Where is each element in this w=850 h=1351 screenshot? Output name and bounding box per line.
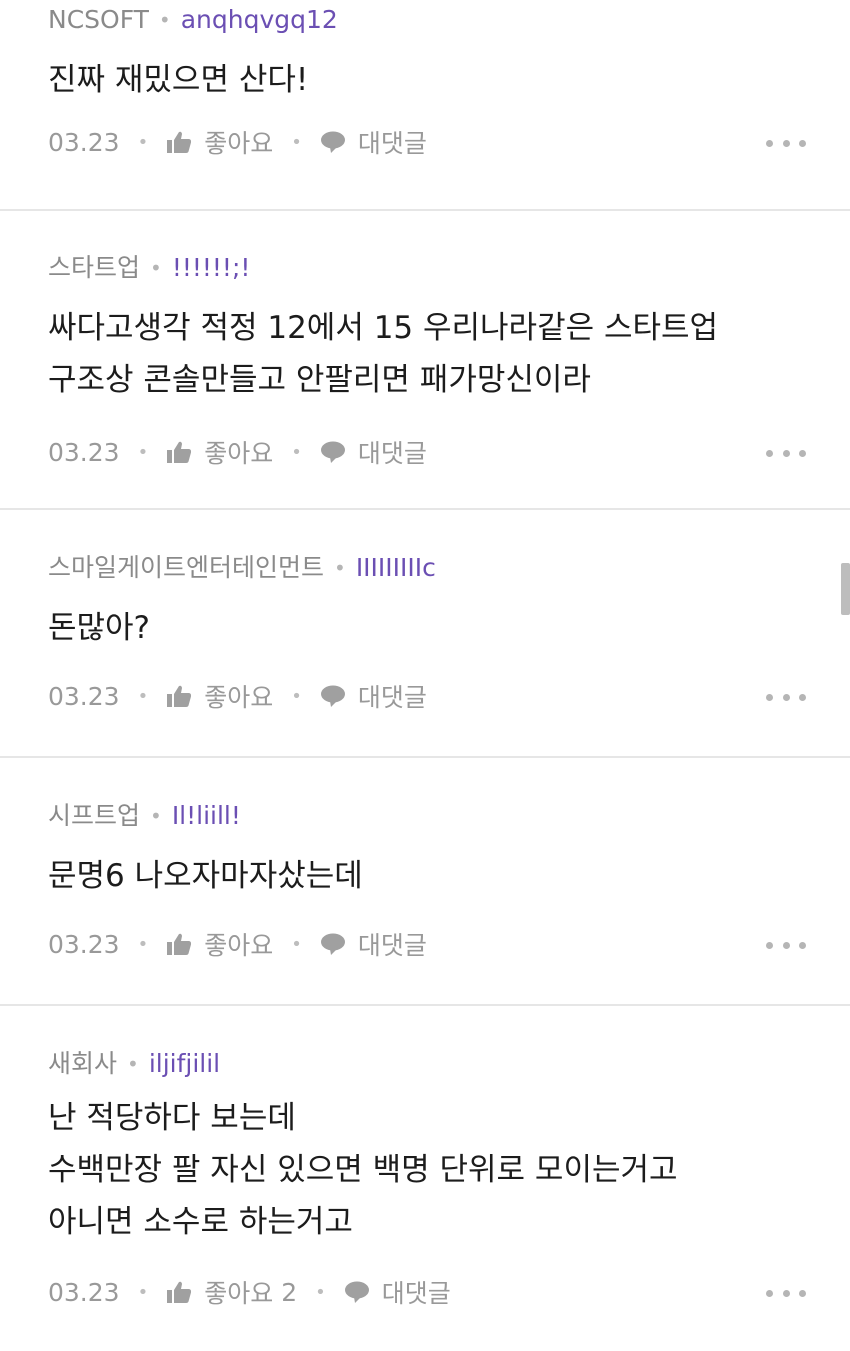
speech-bubble-icon: [320, 131, 345, 153]
speech-bubble-icon: [344, 1281, 369, 1303]
comment-actions: 03.23 • 좋아요 • 대댓글: [48, 122, 806, 162]
comment-actions: 03.23 • 좋아요 • 대댓글: [48, 924, 806, 964]
action-separator: •: [291, 933, 302, 955]
meta-separator: •: [334, 556, 346, 580]
speech-bubble-icon: [320, 933, 345, 955]
action-separator: •: [315, 1281, 326, 1303]
reply-button[interactable]: 대댓글: [320, 678, 427, 714]
comment-body: 진짜 재밌으면 산다!: [48, 54, 806, 106]
scrollbar-thumb[interactable]: [841, 563, 850, 615]
company-name: 새회사: [48, 1049, 118, 1078]
more-dots-icon[interactable]: [766, 938, 806, 952]
like-button[interactable]: 좋아요 2: [166, 1274, 297, 1310]
like-count: 2: [281, 1277, 298, 1307]
comment-actions: 03.23 • 좋아요 2 • 대댓글: [48, 1272, 806, 1312]
reply-label: 대댓글: [381, 1279, 451, 1308]
comment-meta: NCSOFT • anqhqvgq12: [48, 0, 806, 40]
company-name: NCSOFT: [48, 5, 149, 34]
speech-bubble-icon: [320, 685, 345, 707]
comment-body: 싸다고생각 적정 12에서 15 우리나라같은 스타트업 구조상 콘솔만들고 안…: [48, 302, 806, 406]
thumbs-up-icon: [167, 131, 192, 153]
comment-meta: 스마일게이트엔터테인먼트 • IIIIIIIIIc: [48, 548, 806, 588]
reply-button[interactable]: 대댓글: [320, 124, 427, 160]
like-label: 좋아요: [204, 439, 274, 468]
comment-meta: 시프트업 • Il!liill!: [48, 796, 806, 836]
meta-separator: •: [127, 1052, 139, 1076]
thumbs-up-icon: [167, 933, 192, 955]
comment-item: 새회사 • iljifjilil 난 적당하다 보는데 수백만장 팔 자신 있으…: [0, 1044, 850, 1312]
action-separator: •: [291, 441, 302, 463]
nickname-link[interactable]: iljifjilil: [149, 1044, 220, 1084]
like-button[interactable]: 좋아요: [166, 124, 273, 160]
meta-separator: •: [150, 256, 162, 280]
reply-button[interactable]: 대댓글: [344, 1274, 451, 1310]
comment-body: 문명6 나오자마자샀는데: [48, 850, 806, 902]
comment-line: 돈많아?: [48, 610, 151, 646]
comment-meta: 새회사 • iljifjilil: [48, 1044, 806, 1084]
thumbs-up-icon: [167, 685, 192, 707]
like-button[interactable]: 좋아요: [166, 678, 273, 714]
comment-item: NCSOFT • anqhqvgq12 진짜 재밌으면 산다! 03.23 • …: [0, 0, 850, 162]
comment-body: 난 적당하다 보는데 수백만장 팔 자신 있으면 백명 단위로 모이는거고 아니…: [48, 1092, 806, 1248]
divider: [0, 508, 850, 510]
comment-date: 03.23: [48, 1277, 120, 1307]
like-button[interactable]: 좋아요: [166, 434, 273, 470]
nickname-link[interactable]: !!!!!!;!: [172, 248, 251, 288]
comment-line: 문명6 나오자마자샀는데: [48, 858, 363, 894]
comment-line: 구조상 콘솔만들고 안팔리면 패가망신이라: [48, 362, 591, 398]
thumbs-up-icon: [167, 441, 192, 463]
reply-label: 대댓글: [357, 439, 427, 468]
comment-item: 스타트업 • !!!!!!;! 싸다고생각 적정 12에서 15 우리나라같은 …: [0, 248, 850, 472]
company-name: 시프트업: [48, 801, 141, 830]
nickname-link[interactable]: Il!liill!: [172, 796, 241, 836]
reply-label: 대댓글: [357, 931, 427, 960]
comment-item: 스마일게이트엔터테인먼트 • IIIIIIIIIc 돈많아? 03.23 • 좋…: [0, 548, 850, 716]
divider: [0, 1004, 850, 1006]
action-separator: •: [137, 131, 149, 153]
meta-separator: •: [150, 804, 162, 828]
meta-separator: •: [158, 8, 171, 32]
comment-body: 돈많아?: [48, 602, 806, 654]
comment-line: 아니면 소수로 하는거고: [48, 1204, 353, 1240]
action-separator: •: [137, 1281, 149, 1303]
nickname-link[interactable]: anqhqvgq12: [181, 0, 338, 40]
reply-label: 대댓글: [357, 683, 427, 712]
like-label: 좋아요: [204, 931, 274, 960]
action-separator: •: [137, 685, 149, 707]
reply-label: 대댓글: [357, 129, 427, 158]
comment-date: 03.23: [48, 127, 120, 157]
more-dots-icon[interactable]: [766, 1286, 806, 1300]
action-separator: •: [291, 685, 302, 707]
more-dots-icon[interactable]: [766, 446, 806, 460]
comment-actions: 03.23 • 좋아요 • 대댓글: [48, 676, 806, 716]
like-label: 좋아요: [204, 1279, 274, 1308]
comment-date: 03.23: [48, 437, 120, 467]
comment-item: 시프트업 • Il!liill! 문명6 나오자마자샀는데 03.23 • 좋아…: [0, 796, 850, 964]
divider: [0, 209, 850, 211]
action-separator: •: [137, 933, 149, 955]
comment-date: 03.23: [48, 681, 120, 711]
like-button[interactable]: 좋아요: [166, 926, 273, 962]
like-label: 좋아요: [204, 129, 274, 158]
company-name: 스마일게이트엔터테인먼트: [48, 553, 325, 582]
comment-line: 수백만장 팔 자신 있으면 백명 단위로 모이는거고: [48, 1152, 678, 1188]
like-label: 좋아요: [204, 683, 274, 712]
action-separator: •: [291, 131, 302, 153]
reply-button[interactable]: 대댓글: [320, 434, 427, 470]
comment-line: 싸다고생각 적정 12에서 15 우리나라같은 스타트업: [48, 310, 719, 346]
comment-actions: 03.23 • 좋아요 • 대댓글: [48, 432, 806, 472]
speech-bubble-icon: [320, 441, 345, 463]
company-name: 스타트업: [48, 253, 141, 282]
comment-date: 03.23: [48, 929, 120, 959]
nickname-link[interactable]: IIIIIIIIIc: [356, 548, 436, 588]
comment-line: 진짜 재밌으면 산다!: [48, 62, 309, 98]
more-dots-icon[interactable]: [766, 690, 806, 704]
divider: [0, 756, 850, 758]
thumbs-up-icon: [167, 1281, 192, 1303]
reply-button[interactable]: 대댓글: [320, 926, 427, 962]
action-separator: •: [137, 441, 149, 463]
comment-line: 난 적당하다 보는데: [48, 1100, 296, 1136]
comment-meta: 스타트업 • !!!!!!;!: [48, 248, 806, 288]
more-dots-icon[interactable]: [766, 136, 806, 150]
